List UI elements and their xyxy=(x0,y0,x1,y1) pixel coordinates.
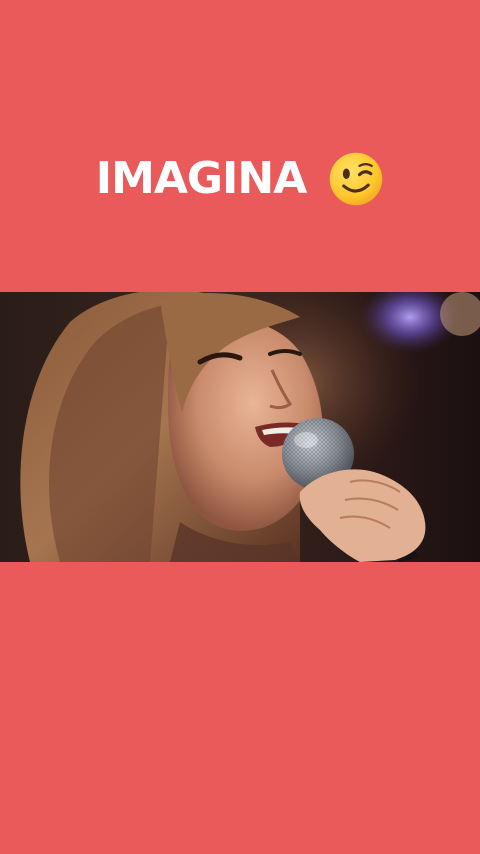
caption-text: IMAGINA xyxy=(95,153,308,204)
story-page: IMAGINA xyxy=(0,0,480,854)
caption-row: IMAGINA xyxy=(0,148,480,210)
singer-video-still xyxy=(0,292,480,562)
video-frame[interactable] xyxy=(0,292,480,562)
winking-face-icon xyxy=(330,152,383,206)
